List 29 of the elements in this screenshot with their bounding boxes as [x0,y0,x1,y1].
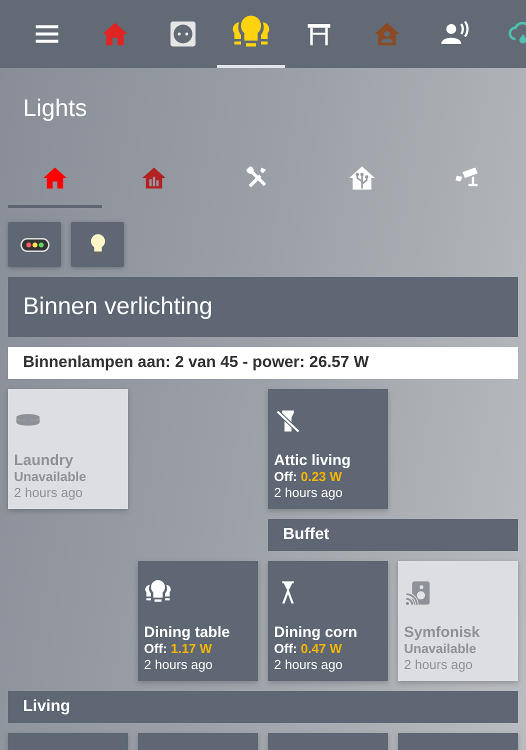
tile-state: Off: [144,641,168,656]
tile-time: 2 hours ago [14,485,84,501]
summary-banner: Binnenlampen aan: 2 van 45 - power: 26.57 W [8,347,518,379]
tile-time: 2 hours ago [144,657,214,673]
tile-state: Off: [274,469,298,484]
tile-time: 2 hours ago [274,485,344,501]
quick-button[interactable] [8,222,61,267]
tile-time: 2 hours ago [274,657,344,673]
tile-time: 2 hours ago [404,657,474,673]
tile-name: Dining corn [274,624,358,641]
speaker-icon [404,579,432,607]
power-reading: 1.17 W [170,641,212,656]
group-header: Buffet [268,519,518,551]
view-title: Lights [22,94,88,124]
tile-name: Attic living [274,452,352,469]
tile-state: Unavailable [14,469,86,484]
section-header: Binnen verlichting [8,277,518,337]
tile-name: Dining table [144,624,231,641]
tile-state: Off: [274,641,298,656]
light-tile[interactable]: Dining table Off: 1.17 W 2 hours ago [138,561,258,681]
light-tile[interactable]: Attic living Off: 0.23 W 2 hours ago [268,389,388,509]
light-tile[interactable]: Dining corn Off: 0.47 W 2 hours ago [268,561,388,681]
tile-state: Unavailable [404,641,476,656]
group-header: Living [8,691,518,723]
power-reading: 0.23 W [300,469,342,484]
quick-button[interactable] [71,222,124,267]
tile-name: Symfonisk [404,624,481,641]
power-reading: 0.47 W [300,641,342,656]
tile-name: Laundry [14,452,74,469]
